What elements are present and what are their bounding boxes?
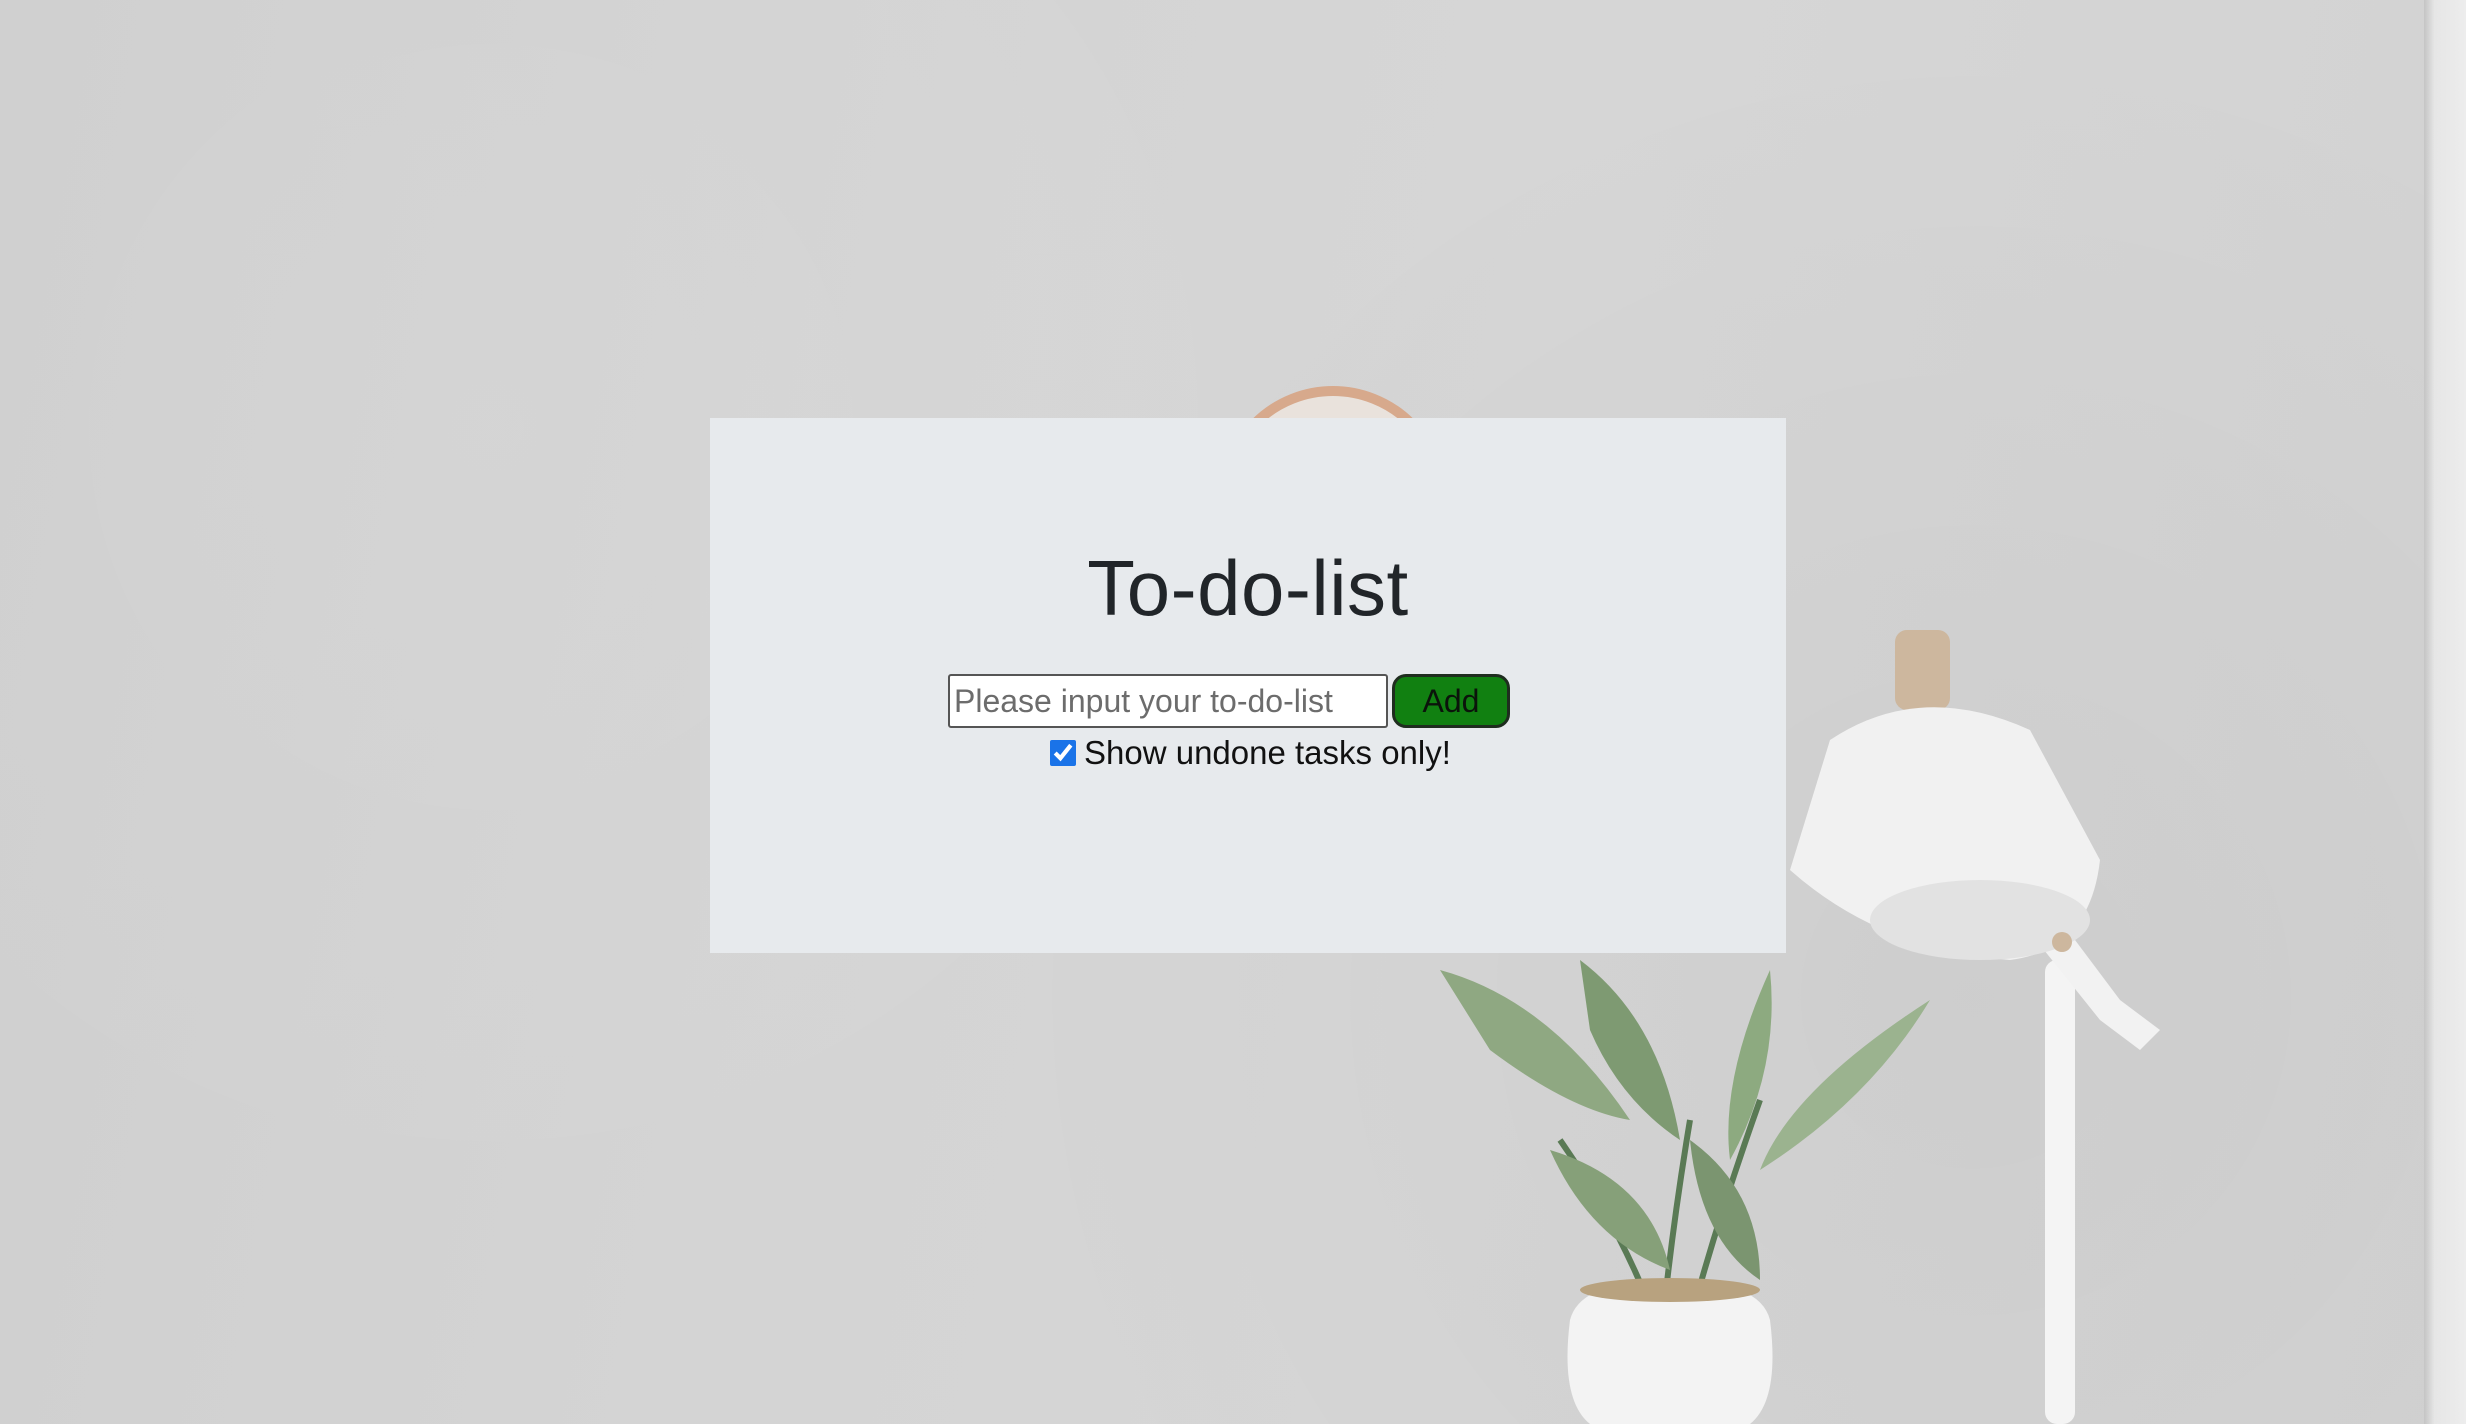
todo-card: To-do-list Add Show undone tasks only!	[710, 418, 1786, 953]
wall-edge	[2424, 0, 2466, 1424]
add-button[interactable]: Add	[1392, 674, 1510, 728]
todo-input[interactable]	[948, 674, 1388, 728]
add-task-form: Add	[948, 674, 1510, 728]
undone-filter-label: Show undone tasks only!	[1084, 734, 1451, 771]
plant-icon	[1440, 960, 1930, 1424]
undone-filter-checkbox[interactable]	[1050, 740, 1076, 766]
undone-filter[interactable]: Show undone tasks only!	[1050, 734, 1451, 772]
background-scene: To-do-list Add Show undone tasks only!	[0, 0, 2466, 1424]
page-title: To-do-list	[1087, 544, 1409, 632]
